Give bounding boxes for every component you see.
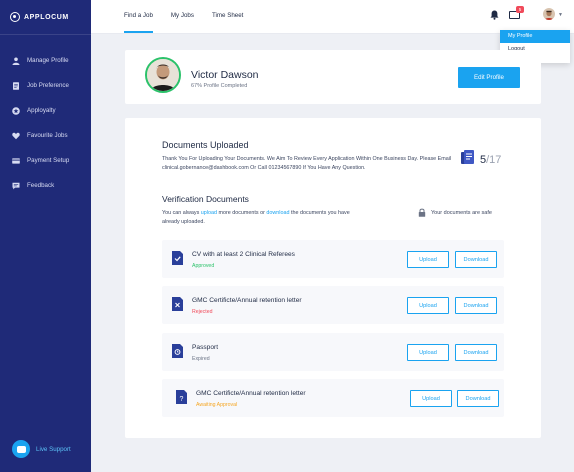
expired-doc-icon (172, 344, 183, 358)
sidebar-item-label: Feedback (27, 182, 55, 189)
edit-profile-button[interactable]: Edit Profile (458, 67, 520, 88)
documents-total-count: /17 (486, 154, 502, 166)
live-support-button[interactable]: Live Support (12, 440, 71, 458)
upload-button[interactable]: Upload (410, 390, 452, 407)
user-avatar[interactable] (543, 8, 555, 20)
top-navigation: Find a Job My Jobs Time Sheet 5 ▼ (91, 0, 574, 34)
sidebar-item-job-preference[interactable]: Job Preference (0, 73, 91, 98)
rejected-doc-icon (172, 297, 183, 311)
document-row: GMC Certificte/Annual retention letter R… (162, 286, 504, 324)
verification-desc-mid: more documents or (216, 210, 267, 216)
upload-button[interactable]: Upload (407, 297, 449, 314)
document-status: Expired (192, 356, 210, 362)
document-status: Awaiting Approval (196, 402, 238, 408)
document-icon (13, 81, 19, 90)
sidebar-item-label: Favourite Jobs (27, 132, 68, 139)
sidebar-item-feedback[interactable]: Feedback (0, 173, 91, 198)
logo-icon (10, 12, 20, 22)
sidebar-item-favourite-jobs[interactable]: Favourite Jobs (0, 123, 91, 148)
nav-tabs: Find a Job My Jobs Time Sheet (124, 0, 261, 33)
download-button[interactable]: Download (455, 251, 497, 268)
mail-badge: 5 (516, 6, 524, 13)
sidebar: APPLOCUM Manage Profile Job Preference A… (0, 0, 91, 472)
tab-time-sheet[interactable]: Time Sheet (212, 0, 243, 33)
verification-title: Verification Documents (162, 194, 249, 204)
user-icon (12, 57, 20, 65)
user-avatar-icon (544, 10, 554, 20)
app-logo[interactable]: APPLOCUM (10, 12, 69, 22)
bell-icon[interactable] (490, 10, 499, 20)
documents-safe-notice: Your documents are safe (418, 208, 492, 217)
lock-icon (418, 208, 426, 217)
download-button[interactable]: Download (455, 297, 497, 314)
profile-card: Victor Dawson 67% Profile Completed Edit… (125, 50, 541, 104)
check-doc-icon (172, 251, 183, 265)
verification-desc-prefix: You can always (162, 210, 201, 216)
sidebar-menu: Manage Profile Job Preference Apployalty… (0, 48, 91, 198)
document-title: GMC Certificte/Annual retention letter (192, 297, 302, 304)
document-row: CV with at least 2 Clinical Referees App… (162, 240, 504, 278)
menu-item-my-profile[interactable]: My Profile (500, 30, 570, 43)
verification-description: You can always upload more documents or … (162, 209, 352, 227)
documents-title: Documents Uploaded (162, 140, 249, 150)
sidebar-item-manage-profile[interactable]: Manage Profile (0, 48, 91, 73)
document-row: Passport Expired Upload Download (162, 333, 504, 371)
logo-text: APPLOCUM (24, 13, 69, 21)
document-title: CV with at least 2 Clinical Referees (192, 251, 295, 258)
heart-icon (12, 132, 20, 139)
documents-card: Documents Uploaded Thank You For Uploadi… (125, 118, 541, 438)
profile-name: Victor Dawson (191, 69, 259, 81)
document-status: Approved (192, 263, 215, 269)
download-link[interactable]: download (266, 210, 289, 216)
profile-avatar (145, 57, 181, 93)
upload-button[interactable]: Upload (407, 344, 449, 361)
chat-bubble-icon (12, 440, 30, 458)
documents-count: 5/17 (480, 154, 501, 166)
sidebar-item-label: Job Preference (27, 82, 69, 89)
document-title: GMC Certificte/Annual retention letter (196, 390, 306, 397)
star-icon (12, 106, 20, 115)
upload-button[interactable]: Upload (407, 251, 449, 268)
live-support-label: Live Support (36, 445, 71, 453)
documents-description: Thank You For Uploading Your Documents. … (162, 156, 452, 171)
card-icon (12, 157, 20, 164)
chat-icon (12, 182, 20, 189)
documents-stack-icon (461, 150, 474, 164)
sidebar-divider (0, 34, 91, 35)
sidebar-item-apployalty[interactable]: Apployalty (0, 98, 91, 123)
chevron-down-icon[interactable]: ▼ (558, 12, 563, 18)
document-row: ? GMC Certificte/Annual retention letter… (162, 379, 504, 417)
sidebar-item-payment-setup[interactable]: Payment Setup (0, 148, 91, 173)
sidebar-item-label: Apployalty (27, 107, 56, 114)
profile-completion: 67% Profile Completed (191, 83, 248, 89)
sidebar-item-label: Payment Setup (27, 157, 70, 164)
svg-text:?: ? (180, 396, 184, 403)
sidebar-item-label: Manage Profile (27, 57, 69, 64)
download-button[interactable]: Download (457, 390, 499, 407)
download-button[interactable]: Download (455, 344, 497, 361)
upload-link[interactable]: upload (201, 210, 217, 216)
safe-text: Your documents are safe (431, 209, 492, 216)
tab-find-a-job[interactable]: Find a Job (124, 0, 153, 33)
document-title: Passport (192, 344, 219, 351)
document-status: Rejected (192, 309, 213, 315)
pending-doc-icon: ? (176, 390, 187, 404)
tab-my-jobs[interactable]: My Jobs (171, 0, 194, 33)
profile-photo-icon (147, 59, 179, 91)
